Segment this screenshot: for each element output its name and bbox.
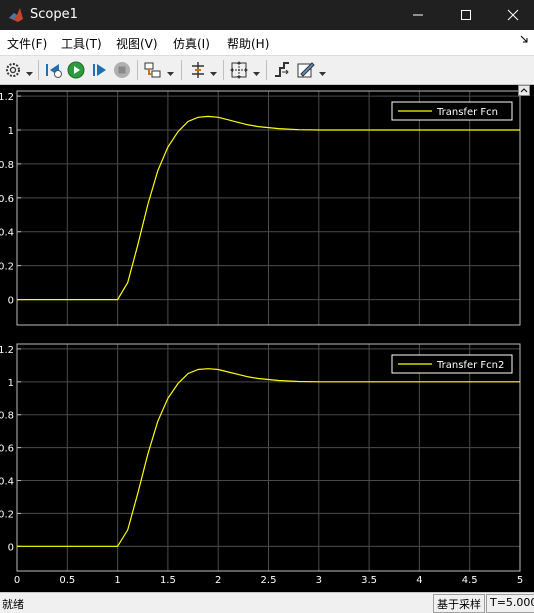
window-title: Scope1 (30, 7, 78, 22)
settings-icon[interactable] (3, 60, 23, 80)
menu-view[interactable]: 视图(V) (116, 35, 158, 52)
step-back-icon[interactable] (44, 60, 64, 80)
toolbar-separator (223, 60, 224, 80)
status-bar: 就绪 基于采样 T=5.000 (0, 592, 534, 613)
y-tick-label: 1 (8, 378, 14, 389)
y-tick-label: 1 (8, 126, 14, 137)
scope-plot-area[interactable]: 0 0.2 0.4 0.6 0.8 1 1.2 Transfer Fcn 0 0.2 0.4 0.6 0… (0, 85, 534, 592)
style-icon[interactable] (296, 60, 316, 80)
menu-bar: 文件(F) 工具(T) 视图(V) 仿真(I) 帮助(H) (0, 30, 534, 56)
maximize-button[interactable] (443, 0, 489, 30)
status-text: 就绪 (2, 598, 24, 611)
highlight-block-icon[interactable] (143, 60, 163, 80)
menu-tools[interactable]: 工具(T) (61, 35, 102, 52)
x-tick-label: 4.5 (462, 575, 478, 586)
x-tick-label: 4 (416, 575, 422, 586)
maximize-icon (461, 10, 471, 20)
matlab-logo-icon (8, 7, 24, 23)
title-bar: Scope1 (0, 0, 534, 30)
toolbar-separator (266, 60, 267, 80)
y-tick-label: 0.6 (0, 444, 14, 455)
y-tick-label: 1.2 (0, 92, 14, 103)
highlight-dropdown-icon[interactable] (167, 67, 174, 76)
undock-icon[interactable] (518, 85, 530, 96)
toolbar-separator (181, 60, 182, 80)
y-tick-label: 0.4 (0, 228, 14, 239)
y-tick-label: 0 (8, 296, 14, 307)
cursor-measurement-icon[interactable] (188, 60, 208, 80)
zoom-dropdown-icon[interactable] (253, 67, 260, 76)
scope-plots[interactable]: 0 0.2 0.4 0.6 0.8 1 1.2 Transfer Fcn 0 0.2 0.4 0.6 0… (0, 85, 534, 592)
settings-dropdown-icon[interactable] (26, 67, 33, 76)
measurement-dropdown-icon[interactable] (210, 67, 217, 76)
triggers-icon[interactable] (272, 60, 292, 80)
x-tick-label: 5 (517, 575, 523, 586)
minimize-button[interactable] (395, 0, 441, 30)
menu-expand-icon[interactable] (520, 35, 528, 46)
y-tick-label: 0.2 (0, 262, 14, 273)
run-icon[interactable] (66, 60, 86, 80)
legend-label: Transfer Fcn2 (436, 360, 504, 371)
minimize-icon (413, 14, 423, 16)
stop-icon[interactable] (112, 60, 132, 80)
x-tick-label: 2 (215, 575, 221, 586)
y-tick-label: 0.8 (0, 411, 14, 422)
menu-help[interactable]: 帮助(H) (227, 35, 269, 52)
toolbar (0, 56, 534, 85)
y-tick-label: 0.6 (0, 194, 14, 205)
y-tick-label: 1.2 (0, 345, 14, 356)
legend-label: Transfer Fcn (436, 107, 498, 118)
x-tick-label: 0.5 (59, 575, 75, 586)
close-icon (507, 9, 519, 21)
x-tick-label: 2.5 (261, 575, 277, 586)
y-tick-label: 0.8 (0, 160, 14, 171)
menu-file[interactable]: 文件(F) (7, 35, 47, 52)
x-tick-label: 1.5 (160, 575, 176, 586)
x-tick-label: 3 (316, 575, 322, 586)
zoom-fit-icon[interactable] (229, 60, 249, 80)
simulation-time-indicator: T=5.000 (486, 594, 534, 613)
y-tick-label: 0.2 (0, 509, 14, 520)
y-tick-label: 0.4 (0, 477, 14, 488)
toolbar-separator (137, 60, 138, 80)
sample-mode-indicator: 基于采样 (433, 594, 485, 613)
menu-simulation[interactable]: 仿真(I) (173, 35, 210, 52)
x-tick-label: 3.5 (361, 575, 377, 586)
style-dropdown-icon[interactable] (319, 67, 326, 76)
y-tick-label: 0 (8, 542, 14, 553)
toolbar-separator (38, 60, 39, 80)
x-tick-label: 1 (114, 575, 120, 586)
close-button[interactable] (490, 0, 534, 30)
step-forward-icon[interactable] (89, 60, 109, 80)
x-tick-label: 0 (14, 575, 20, 586)
